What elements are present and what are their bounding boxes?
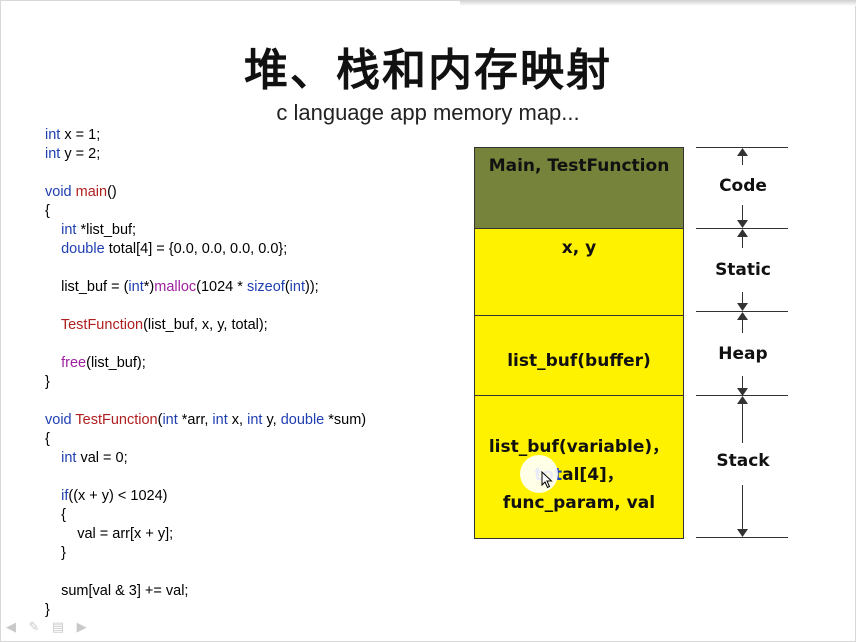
arrow-down-icon (737, 303, 748, 311)
axis-segment (742, 376, 743, 388)
code-line: void TestFunction(int *arr, int x, int y… (45, 412, 367, 428)
menu-icon[interactable]: ▤ (52, 619, 64, 635)
axis-segment (742, 319, 743, 333)
code-line: list_buf = (int*)malloc(1024 * sizeof(in… (45, 279, 319, 295)
arrow-down-icon (737, 388, 748, 396)
static-segment-box: x, y (475, 229, 683, 316)
code-segment-label: Main, TestFunction (488, 156, 670, 176)
code-line: int *list_buf; (45, 222, 137, 238)
axis-label-heap: Heap (718, 344, 768, 364)
code-line: double total[4] = {0.0, 0.0, 0.0, 0.0}; (45, 241, 288, 257)
code-line: void main() (45, 184, 117, 200)
cursor-arrow-icon (541, 471, 553, 489)
axis-segment (742, 485, 743, 529)
code-line: int val = 0; (45, 450, 128, 466)
arrow-up-icon (737, 148, 748, 156)
code-line: } (45, 374, 50, 390)
heap-segment-label: list_buf(buffer) (507, 351, 651, 371)
axis-segment (742, 236, 743, 248)
axis-label-static: Static (715, 260, 771, 280)
code-listing: int x = 1; int y = 2; void main() { int … (45, 126, 465, 620)
code-line: } (45, 545, 66, 561)
axis-segment (742, 205, 743, 220)
axis-segment (742, 292, 743, 303)
axis-label-stack: Stack (716, 451, 770, 471)
stack-segment-line-3: func_param, val (502, 493, 656, 513)
code-line: { (45, 431, 50, 447)
axis-segment (742, 403, 743, 443)
stack-segment-line-2: total[4]， (534, 465, 624, 485)
axis-tick (696, 537, 788, 538)
code-line: free(list_buf); (61, 355, 146, 371)
arrow-up-icon (737, 229, 748, 237)
arrow-down-icon (737, 529, 748, 537)
memory-map-diagram: Main, TestFunction x, y list_buf(buffer)… (474, 147, 684, 539)
axis-segment (742, 155, 743, 165)
next-slide-icon[interactable]: ▶ (77, 619, 87, 635)
code-line: sum[val & 3] += val; (45, 583, 189, 599)
heap-segment-box: list_buf(buffer) (475, 316, 683, 396)
prev-slide-icon[interactable]: ◀ (6, 619, 16, 635)
code-line: if((x + y) < 1024) (45, 488, 168, 504)
code-line: { (45, 203, 50, 219)
slide-subtitle: c language app memory map... (276, 100, 580, 125)
slide-title: 堆、栈和内存映射 (244, 45, 612, 96)
window-edge-shadow (460, 0, 856, 6)
code-line: { (45, 507, 66, 523)
stack-segment-line-1: list_buf(variable)， (488, 437, 670, 457)
code-line: int x = 1; (45, 127, 101, 143)
code-segment-box: Main, TestFunction (475, 148, 683, 229)
code-line: TestFunction(list_buf, x, y, total); (60, 317, 268, 333)
stack-segment-box: list_buf(variable)， total[4]， func_param… (475, 396, 683, 538)
slideshow-toolbar: ◀ ✎ ▤ ▶ (6, 618, 95, 636)
static-segment-label: x, y (561, 238, 597, 258)
code-line: int y = 2; (45, 146, 101, 162)
arrow-down-icon (737, 220, 748, 228)
axis-label-code: Code (719, 176, 767, 196)
arrow-up-icon (737, 396, 748, 404)
pen-icon[interactable]: ✎ (28, 619, 39, 635)
code-line: val = arr[x + y]; (45, 526, 174, 542)
arrow-up-icon (737, 312, 748, 320)
code-line: } (45, 602, 50, 618)
